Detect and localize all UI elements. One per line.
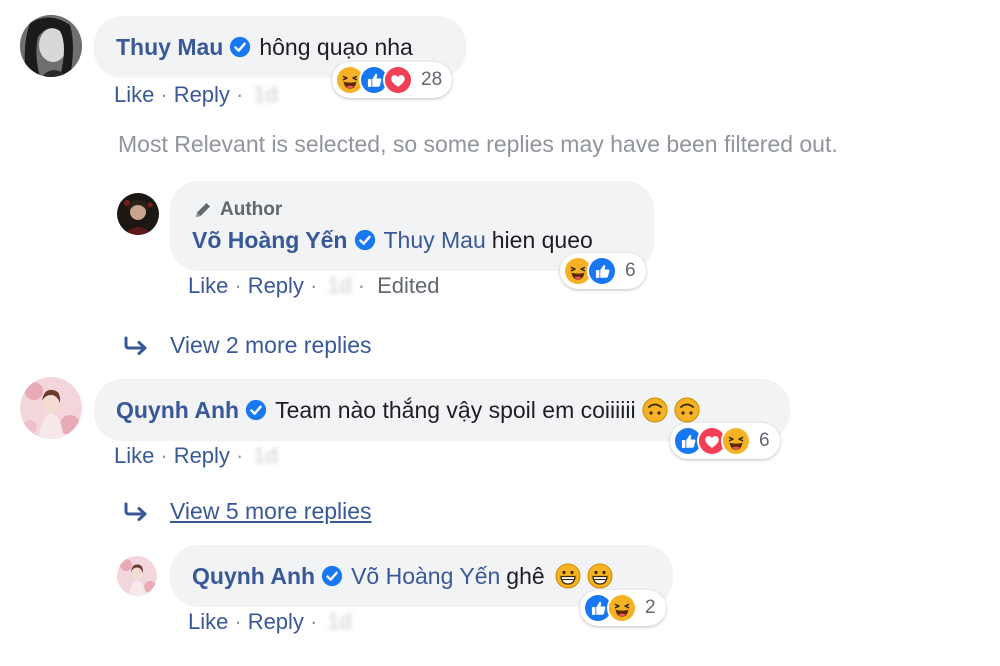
avatar[interactable] xyxy=(20,15,82,77)
mention-link[interactable]: Võ Hoàng Yến xyxy=(351,563,500,590)
like-button[interactable]: Like xyxy=(114,443,154,469)
reply-button[interactable]: Reply xyxy=(174,443,230,469)
reply-arrow-icon xyxy=(122,501,150,523)
view-more-label[interactable]: View 5 more replies xyxy=(170,498,372,525)
commenter-name[interactable]: Quynh Anh xyxy=(192,563,315,590)
verified-badge-icon xyxy=(229,36,251,58)
author-badge-label: Author xyxy=(220,198,283,220)
view-more-label[interactable]: View 2 more replies xyxy=(170,332,372,359)
separator-dot: · xyxy=(234,609,242,634)
reply-text: ghê xyxy=(506,562,545,589)
verified-badge-icon xyxy=(245,399,267,421)
separator-dot: · xyxy=(235,443,244,468)
reaction-count: 28 xyxy=(421,69,443,90)
upside-down-face-icon xyxy=(674,397,700,423)
comment-actions: Like · Reply · 1d xyxy=(114,443,278,469)
timestamp[interactable]: 1d xyxy=(327,273,351,299)
edited-label[interactable]: Edited xyxy=(377,273,439,299)
like-button[interactable]: Like xyxy=(188,273,228,299)
verified-badge-icon xyxy=(354,229,376,251)
separator-dot: · xyxy=(235,82,244,107)
reply-actions: Like · Reply · 1d · Edited xyxy=(188,273,439,299)
haha-icon xyxy=(721,426,751,456)
reaction-count: 2 xyxy=(645,597,656,618)
separator-dot: · xyxy=(234,273,242,298)
haha-icon xyxy=(607,593,637,623)
view-more-replies-link[interactable]: View 2 more replies xyxy=(122,332,372,359)
comment-text: hông quạo nha xyxy=(259,33,413,60)
commenter-name[interactable]: Thuy Mau xyxy=(116,34,223,61)
timestamp[interactable]: 1d xyxy=(327,609,351,635)
separator-dot: · xyxy=(160,443,168,468)
timestamp[interactable]: 1d xyxy=(253,443,277,469)
comment-actions: Like · Reply · 1d xyxy=(114,82,278,108)
reply-button[interactable]: Reply xyxy=(248,273,304,299)
verified-badge-icon xyxy=(321,565,343,587)
separator-dot: · xyxy=(160,82,168,107)
like-icon xyxy=(587,256,617,286)
grinning-face-icon xyxy=(587,563,613,589)
filter-notice: Most Relevant is selected, so some repli… xyxy=(118,131,838,157)
avatar[interactable] xyxy=(117,193,159,235)
reaction-count: 6 xyxy=(625,260,636,281)
view-more-replies-link[interactable]: View 5 more replies xyxy=(122,498,372,525)
reply-actions: Like · Reply · 1d xyxy=(188,609,352,635)
mention-link[interactable]: Thuy Mau xyxy=(384,227,486,254)
timestamp[interactable]: 1d xyxy=(253,82,277,108)
avatar[interactable] xyxy=(20,377,82,439)
love-icon xyxy=(383,65,413,95)
grinning-face-icon xyxy=(555,563,581,589)
comment-text: Team nào thắng vậy spoil em coiiiiii xyxy=(275,396,636,423)
reactions-summary[interactable]: 6 xyxy=(560,253,646,289)
reactions-summary[interactable]: 28 xyxy=(332,62,453,98)
avatar[interactable] xyxy=(117,556,157,596)
upside-down-face-icon xyxy=(642,397,668,423)
separator-dot: · xyxy=(309,609,318,634)
like-button[interactable]: Like xyxy=(114,82,154,108)
reply-arrow-icon xyxy=(122,335,150,357)
reply-button[interactable]: Reply xyxy=(174,82,230,108)
pencil-icon xyxy=(196,202,210,217)
separator-dot: · xyxy=(357,273,366,298)
reply-button[interactable]: Reply xyxy=(248,609,304,635)
reply-text: hien queo xyxy=(491,226,593,253)
like-button[interactable]: Like xyxy=(188,609,228,635)
separator-dot: · xyxy=(309,273,318,298)
commenter-name[interactable]: Quynh Anh xyxy=(116,397,239,424)
author-badge: Author xyxy=(192,199,282,221)
commenter-name[interactable]: Võ Hoàng Yến xyxy=(192,227,348,254)
reactions-summary[interactable]: 2 xyxy=(580,590,666,626)
reactions-summary[interactable]: 6 xyxy=(670,423,780,459)
reaction-count: 6 xyxy=(759,430,770,451)
